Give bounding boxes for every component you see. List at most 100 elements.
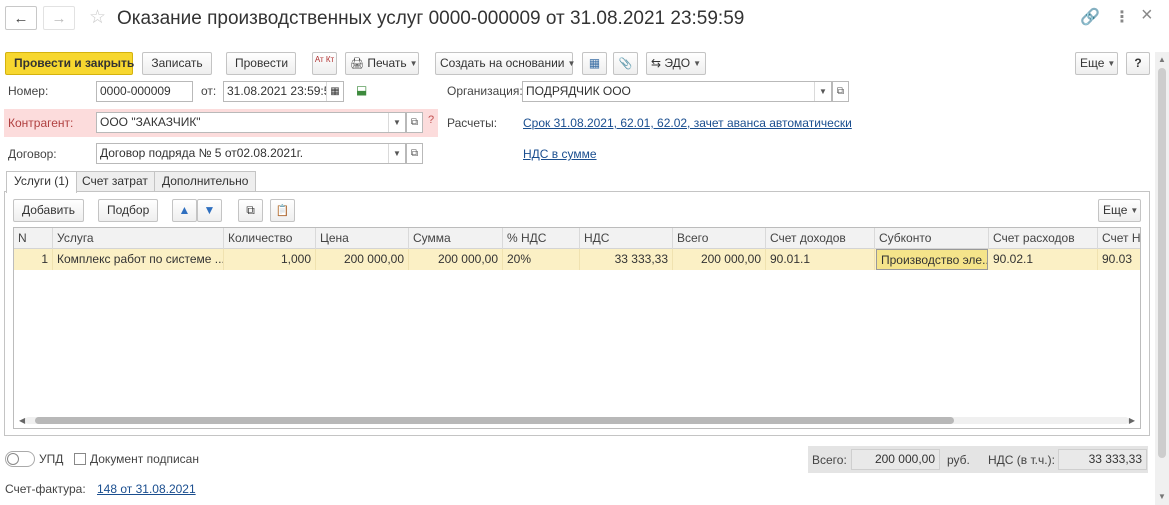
quantity-cell[interactable]: 1,000: [224, 249, 316, 270]
create-based-label: Создать на основании: [440, 56, 565, 70]
total-value: 200 000,00: [851, 449, 940, 470]
date-field[interactable]: 31.08.2021 23:59:59 ▦: [223, 81, 344, 102]
add-button[interactable]: Добавить: [13, 199, 84, 222]
price-cell[interactable]: 200 000,00: [316, 249, 409, 270]
counterparty-value: ООО "ЗАКАЗЧИК": [100, 115, 201, 129]
save-button[interactable]: Записать: [142, 52, 212, 75]
paste-icon: 📋: [275, 205, 290, 217]
chevron-down-icon[interactable]: ▼: [388, 144, 405, 163]
attach-button[interactable]: 📎: [613, 52, 638, 75]
vat-in-amount-link[interactable]: НДС в сумме: [523, 144, 597, 164]
vat-account-cell[interactable]: 90.03: [1098, 249, 1140, 270]
upd-label: УПД: [39, 452, 64, 466]
vat-total-label: НДС (в т.ч.):: [988, 453, 1055, 467]
subconto-cell[interactable]: Производство эле...: [876, 249, 988, 270]
column-header[interactable]: Всего: [673, 228, 766, 249]
expense-account-cell[interactable]: 90.02.1: [989, 249, 1098, 270]
help-button[interactable]: ?: [1126, 52, 1150, 75]
total-label: Всего:: [812, 453, 847, 467]
paste-row-button[interactable]: 📋: [270, 199, 295, 222]
column-header[interactable]: Количество: [224, 228, 316, 249]
post-and-close-button[interactable]: Провести и закрыть: [5, 52, 134, 75]
copy-row-button[interactable]: ⧉: [238, 199, 263, 222]
link-icon[interactable]: 🔗: [1080, 8, 1100, 28]
close-icon[interactable]: ×: [1141, 5, 1153, 25]
form-vertical-scrollbar[interactable]: ▲ ▼: [1155, 52, 1169, 505]
column-header[interactable]: Услуга: [53, 228, 224, 249]
vat-rate-cell[interactable]: 20%: [503, 249, 580, 270]
income-account-cell[interactable]: 90.01.1: [766, 249, 875, 270]
edo-label: ЭДО: [664, 56, 691, 70]
invoice-link[interactable]: 148 от 31.08.2021: [97, 479, 196, 499]
number-label: Номер:: [8, 84, 49, 98]
more-button[interactable]: Еще ▼: [1075, 52, 1118, 75]
dt-kt-button[interactable]: Ат Кт: [312, 52, 337, 75]
tab-cost-account[interactable]: Счет затрат: [74, 171, 156, 192]
scroll-right-icon[interactable]: ▶: [1129, 414, 1135, 428]
chevron-down-icon[interactable]: ▼: [814, 82, 831, 101]
table-row[interactable]: 1 Комплекс работ по системе ... 1,000 20…: [14, 249, 1140, 270]
contract-field[interactable]: Договор подряда № 5 от02.08.2021г. ▼: [96, 143, 406, 164]
currency-label: руб.: [947, 453, 970, 467]
tab-services[interactable]: Услуги (1): [6, 171, 77, 193]
structure-button[interactable]: ▦: [582, 52, 607, 75]
column-header[interactable]: Счет расходов: [989, 228, 1098, 249]
services-table[interactable]: N Услуга Количество Цена Сумма % НДС НДС…: [13, 227, 1141, 429]
column-header[interactable]: НДС: [580, 228, 673, 249]
chevron-down-icon[interactable]: ▼: [388, 113, 405, 132]
date-value: 31.08.2021 23:59:59: [227, 84, 338, 98]
move-down-button[interactable]: ▼: [197, 199, 222, 222]
scroll-thumb[interactable]: [1158, 68, 1166, 458]
organization-field[interactable]: ПОДРЯДЧИК ООО ▼: [522, 81, 832, 102]
star-icon[interactable]: ☆: [89, 6, 106, 30]
arrow-up-icon: ▲: [178, 203, 191, 217]
edo-icon: ⇆: [651, 56, 662, 70]
move-up-button[interactable]: ▲: [172, 199, 197, 222]
chevron-down-icon: ▼: [567, 59, 576, 68]
amount-cell[interactable]: 200 000,00: [409, 249, 503, 270]
scroll-thumb[interactable]: [35, 417, 954, 424]
column-header[interactable]: Цена: [316, 228, 409, 249]
column-header[interactable]: Счет НДС: [1098, 228, 1140, 249]
post-button[interactable]: Провести: [226, 52, 296, 75]
contract-open-button[interactable]: ⧉: [406, 143, 423, 164]
vat-total-value: 33 333,33: [1058, 449, 1147, 470]
counterparty-open-button[interactable]: ⧉: [406, 112, 423, 133]
counterparty-hint[interactable]: ?: [428, 114, 434, 126]
table-more-button[interactable]: Еще ▼: [1098, 199, 1141, 222]
tab-additional[interactable]: Дополнительно: [154, 171, 257, 192]
paperclip-icon: 📎: [618, 58, 633, 70]
pick-button[interactable]: Подбор: [98, 199, 158, 222]
contract-value: Договор подряда № 5 от02.08.2021г.: [100, 146, 304, 160]
scroll-up-icon[interactable]: ▲: [1158, 55, 1166, 64]
chevron-down-icon: ▼: [1107, 59, 1116, 68]
edo-button[interactable]: ⇆ ЭДО ▼: [646, 52, 706, 75]
fill-arrow-icon[interactable]: ⬓: [356, 83, 367, 97]
print-button[interactable]: 🖨 Печать ▼: [345, 52, 419, 75]
column-header[interactable]: Субконто: [875, 228, 989, 249]
column-header[interactable]: Счет доходов: [766, 228, 875, 249]
scroll-down-icon[interactable]: ▼: [1158, 492, 1166, 501]
number-field[interactable]: 0000-000009: [96, 81, 193, 102]
back-button[interactable]: ←: [5, 6, 37, 30]
open-icon: ⧉: [410, 148, 419, 159]
more-menu-icon[interactable]: ⋮: [1114, 8, 1130, 28]
settlements-link[interactable]: Срок 31.08.2021, 62.01, 62.02, зачет ава…: [523, 113, 852, 133]
column-header[interactable]: Сумма: [409, 228, 503, 249]
counterparty-field[interactable]: ООО "ЗАКАЗЧИК" ▼: [96, 112, 406, 133]
vat-cell[interactable]: 33 333,33: [580, 249, 673, 270]
organization-open-button[interactable]: ⧉: [832, 81, 849, 102]
column-header[interactable]: % НДС: [503, 228, 580, 249]
chevron-down-icon: ▼: [1130, 206, 1139, 215]
document-signed-checkbox[interactable]: [74, 453, 86, 465]
upd-toggle[interactable]: [5, 451, 35, 467]
print-label: Печать: [367, 56, 407, 70]
table-horizontal-scrollbar[interactable]: ◀ ▶: [13, 414, 1141, 428]
create-based-on-button[interactable]: Создать на основании ▼: [435, 52, 576, 75]
table-more-label: Еще: [1103, 203, 1128, 217]
service-cell[interactable]: Комплекс работ по системе ...: [53, 249, 224, 270]
calendar-icon[interactable]: ▦: [326, 82, 343, 101]
column-header[interactable]: N: [14, 228, 53, 249]
forward-button[interactable]: →: [43, 6, 75, 30]
total-cell[interactable]: 200 000,00: [673, 249, 766, 270]
